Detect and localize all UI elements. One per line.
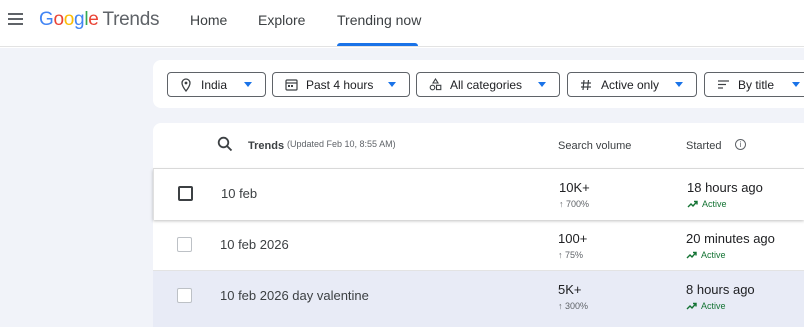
- trend-term[interactable]: 10 feb 2026: [220, 237, 289, 252]
- started-time: 18 hours ago: [687, 180, 763, 195]
- category-filter-chip[interactable]: All categories: [416, 72, 560, 97]
- status-badge: Active: [686, 250, 726, 260]
- categories-icon: [428, 78, 442, 92]
- volume-growth: ↑ 300%: [558, 301, 589, 311]
- chevron-down-icon: [388, 82, 396, 87]
- time-filter-label: Past 4 hours: [306, 77, 374, 92]
- logo-trends-text: Trends: [102, 9, 160, 30]
- tab-home[interactable]: Home: [190, 12, 227, 28]
- logo-letter: G: [39, 9, 54, 30]
- time-filter-chip[interactable]: Past 4 hours: [272, 72, 410, 97]
- chevron-down-icon: [792, 82, 800, 87]
- trends-column-header: Trends: [248, 140, 285, 152]
- location-filter-label: India: [201, 77, 228, 92]
- trends-table: Trends (Updated Feb 10, 8:55 AM) Search …: [153, 123, 804, 327]
- info-icon[interactable]: i: [735, 139, 746, 150]
- updated-timestamp: (Updated Feb 10, 8:55 AM): [287, 139, 396, 149]
- volume-growth: ↑ 75%: [558, 250, 584, 260]
- search-volume-column-header[interactable]: Search volume: [558, 140, 631, 152]
- top-app-bar: Google Trends Home Explore Trending now: [0, 0, 804, 47]
- started-column-header[interactable]: Started: [686, 140, 721, 152]
- active-tab-indicator: [337, 43, 418, 46]
- search-volume-value: 100+: [558, 231, 588, 246]
- status-label: Active: [701, 301, 726, 311]
- trending-up-icon: [686, 251, 697, 259]
- chevron-down-icon: [538, 82, 546, 87]
- row-checkbox[interactable]: [178, 186, 193, 201]
- calendar-icon: [284, 78, 298, 92]
- volume-growth: ↑ 700%: [559, 199, 590, 209]
- trending-up-icon: [686, 302, 697, 310]
- google-trends-logo[interactable]: Google Trends: [39, 9, 159, 31]
- status-filter-label: Active only: [601, 77, 660, 92]
- table-header: Trends (Updated Feb 10, 8:55 AM) Search …: [153, 123, 804, 169]
- table-row[interactable]: 10 feb 2026 100+ ↑ 75% 20 minutes ago Ac…: [153, 220, 804, 271]
- menu-icon[interactable]: [8, 11, 26, 29]
- search-icon[interactable]: [217, 136, 235, 154]
- filter-bar: India Past 4 hours All categories Active…: [153, 60, 804, 108]
- category-filter-label: All categories: [450, 77, 523, 92]
- status-filter-chip[interactable]: Active only: [567, 72, 697, 97]
- table-row[interactable]: 10 feb 10K+ ↑ 700% 18 hours ago Active: [153, 169, 804, 220]
- row-checkbox[interactable]: [177, 237, 192, 252]
- status-badge: Active: [686, 301, 726, 311]
- started-time: 8 hours ago: [686, 282, 755, 297]
- trend-term[interactable]: 10 feb 2026 day valentine: [220, 288, 369, 303]
- row-checkbox[interactable]: [177, 288, 192, 303]
- tab-trending-now[interactable]: Trending now: [337, 12, 421, 28]
- location-filter-chip[interactable]: India: [167, 72, 266, 97]
- status-label: Active: [701, 250, 726, 260]
- logo-letter: o: [53, 9, 64, 30]
- status-label: Active: [702, 199, 727, 209]
- trend-term[interactable]: 10 feb: [221, 186, 257, 201]
- chevron-down-icon: [675, 82, 683, 87]
- sort-filter-label: By title: [738, 77, 775, 92]
- tab-explore[interactable]: Explore: [258, 12, 305, 28]
- logo-letter: g: [74, 9, 85, 30]
- search-volume-value: 10K+: [559, 180, 590, 195]
- started-time: 20 minutes ago: [686, 231, 775, 246]
- hashtag-icon: [579, 78, 593, 92]
- location-pin-icon: [179, 77, 193, 92]
- table-row[interactable]: 10 feb 2026 day valentine 5K+ ↑ 300% 8 h…: [153, 271, 804, 327]
- status-badge: Active: [687, 199, 727, 209]
- logo-letter: o: [63, 9, 75, 30]
- sort-icon: [716, 78, 730, 92]
- logo-letter: e: [88, 9, 99, 30]
- sort-filter-chip[interactable]: By title: [704, 72, 804, 97]
- search-volume-value: 5K+: [558, 282, 582, 297]
- trending-up-icon: [687, 200, 698, 208]
- chevron-down-icon: [244, 82, 252, 87]
